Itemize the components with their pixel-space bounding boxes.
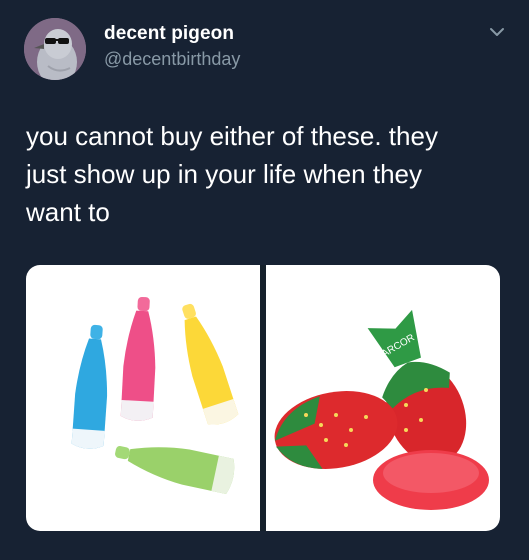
user-handle[interactable]: @decentbirthday [104, 49, 240, 70]
display-name[interactable]: decent pigeon [104, 23, 234, 45]
strawberry-candies-image[interactable]: ARCOR [266, 265, 500, 531]
pigeon-avatar-icon [24, 18, 86, 80]
chevron-down-icon[interactable] [487, 22, 507, 42]
gummy-bottles-image[interactable] [26, 265, 260, 531]
avatar[interactable] [24, 18, 86, 80]
tweet-card: decent pigeon @decentbirthday you cannot… [0, 0, 529, 560]
tweet-media[interactable]: ARCOR [26, 265, 500, 531]
tweet-text: you cannot buy either of these. they jus… [26, 121, 438, 227]
